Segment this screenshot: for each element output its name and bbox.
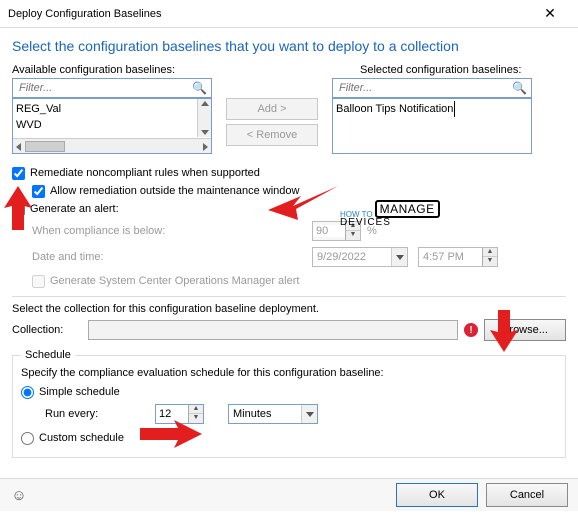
allow-outside-label: Allow remediation outside the maintenanc…	[50, 185, 299, 197]
cancel-button[interactable]: Cancel	[486, 483, 568, 507]
schedule-heading: Specify the compliance evaluation schedu…	[21, 367, 557, 379]
available-label: Available configuration baselines:	[12, 64, 242, 76]
collection-label: Collection:	[12, 324, 82, 336]
generate-alert-checkbox-row[interactable]: Generate an alert:	[12, 200, 566, 218]
compliance-spinner[interactable]: ▲▼	[312, 221, 361, 241]
date-value: 9/29/2022	[317, 251, 391, 263]
add-button[interactable]: Add >	[226, 98, 318, 120]
run-every-value[interactable]	[156, 408, 188, 420]
compliance-percent: %	[367, 225, 377, 237]
summary-icon[interactable]: ☺	[10, 486, 28, 504]
window-title: Deploy Configuration Baselines	[8, 8, 161, 20]
browse-button[interactable]: Browse...	[484, 319, 566, 341]
remediate-checkbox-row[interactable]: Remediate noncompliant rules when suppor…	[12, 164, 566, 182]
schedule-group: Schedule Specify the compliance evaluati…	[12, 349, 566, 458]
scom-alert-label: Generate System Center Operations Manage…	[50, 275, 299, 287]
custom-schedule-radio[interactable]	[21, 432, 34, 445]
selected-label: Selected configuration baselines:	[360, 64, 521, 76]
available-filter-input[interactable]	[17, 81, 192, 95]
remediate-label: Remediate noncompliant rules when suppor…	[30, 167, 260, 179]
header-title: Select the configuration baselines that …	[12, 38, 566, 54]
dropdown-icon[interactable]	[391, 248, 407, 266]
vertical-scrollbar[interactable]	[197, 99, 211, 137]
run-every-unit-combo[interactable]: Minutes	[228, 404, 318, 424]
allow-outside-checkbox-row[interactable]: Allow remediation outside the maintenanc…	[32, 182, 566, 200]
collection-field	[88, 320, 458, 340]
collection-heading: Select the collection for this configura…	[12, 303, 566, 315]
run-every-unit: Minutes	[233, 408, 301, 420]
datetime-label: Date and time:	[32, 251, 312, 263]
selected-filter-input[interactable]	[337, 81, 512, 95]
spinner-buttons[interactable]: ▲▼	[188, 405, 203, 423]
compliance-label: When compliance is below:	[32, 225, 312, 237]
scom-alert-row: Generate System Center Operations Manage…	[32, 272, 566, 290]
dialog-header: Select the configuration baselines that …	[0, 28, 578, 60]
horizontal-scrollbar[interactable]	[13, 138, 211, 153]
compliance-value[interactable]	[313, 225, 345, 237]
generate-alert-label: Generate an alert:	[30, 203, 119, 215]
title-bar: Deploy Configuration Baselines ✕	[0, 0, 578, 28]
search-icon[interactable]: 🔍	[192, 81, 207, 95]
selected-filter[interactable]: 🔍	[332, 78, 532, 98]
spinner-buttons[interactable]: ▲▼	[345, 222, 360, 240]
close-button[interactable]: ✕	[530, 5, 570, 22]
simple-schedule-label: Simple schedule	[39, 386, 120, 398]
scom-alert-checkbox	[32, 275, 45, 288]
custom-schedule-label: Custom schedule	[39, 432, 124, 444]
dialog-footer: ☺ OK Cancel	[0, 478, 578, 511]
allow-outside-checkbox[interactable]	[32, 185, 45, 198]
custom-schedule-row[interactable]: Custom schedule	[21, 429, 557, 447]
search-icon[interactable]: 🔍	[512, 81, 527, 95]
dropdown-icon[interactable]	[301, 405, 317, 423]
simple-schedule-radio[interactable]	[21, 386, 34, 399]
list-item[interactable]: Balloon Tips Notification	[336, 101, 455, 117]
remediate-checkbox[interactable]	[12, 167, 25, 180]
generate-alert-checkbox[interactable]	[12, 203, 25, 216]
error-icon: !	[464, 323, 478, 337]
list-item[interactable]: REG_Val	[16, 101, 208, 117]
ok-button[interactable]: OK	[396, 483, 478, 507]
date-picker[interactable]: 9/29/2022	[312, 247, 408, 267]
run-every-spinner[interactable]: ▲▼	[155, 404, 204, 424]
simple-schedule-row[interactable]: Simple schedule	[21, 383, 557, 401]
available-listbox[interactable]: REG_Val WVD	[12, 98, 212, 154]
time-value: 4:57 PM	[423, 251, 482, 263]
available-filter[interactable]: 🔍	[12, 78, 212, 98]
selected-listbox[interactable]: Balloon Tips Notification	[332, 98, 532, 154]
schedule-legend: Schedule	[21, 349, 75, 361]
time-picker[interactable]: 4:57 PM ▲▼	[418, 247, 498, 267]
spinner-buttons[interactable]: ▲▼	[482, 248, 497, 266]
remove-button[interactable]: < Remove	[226, 124, 318, 146]
list-item[interactable]: WVD	[16, 117, 208, 133]
run-every-label: Run every:	[45, 408, 155, 420]
